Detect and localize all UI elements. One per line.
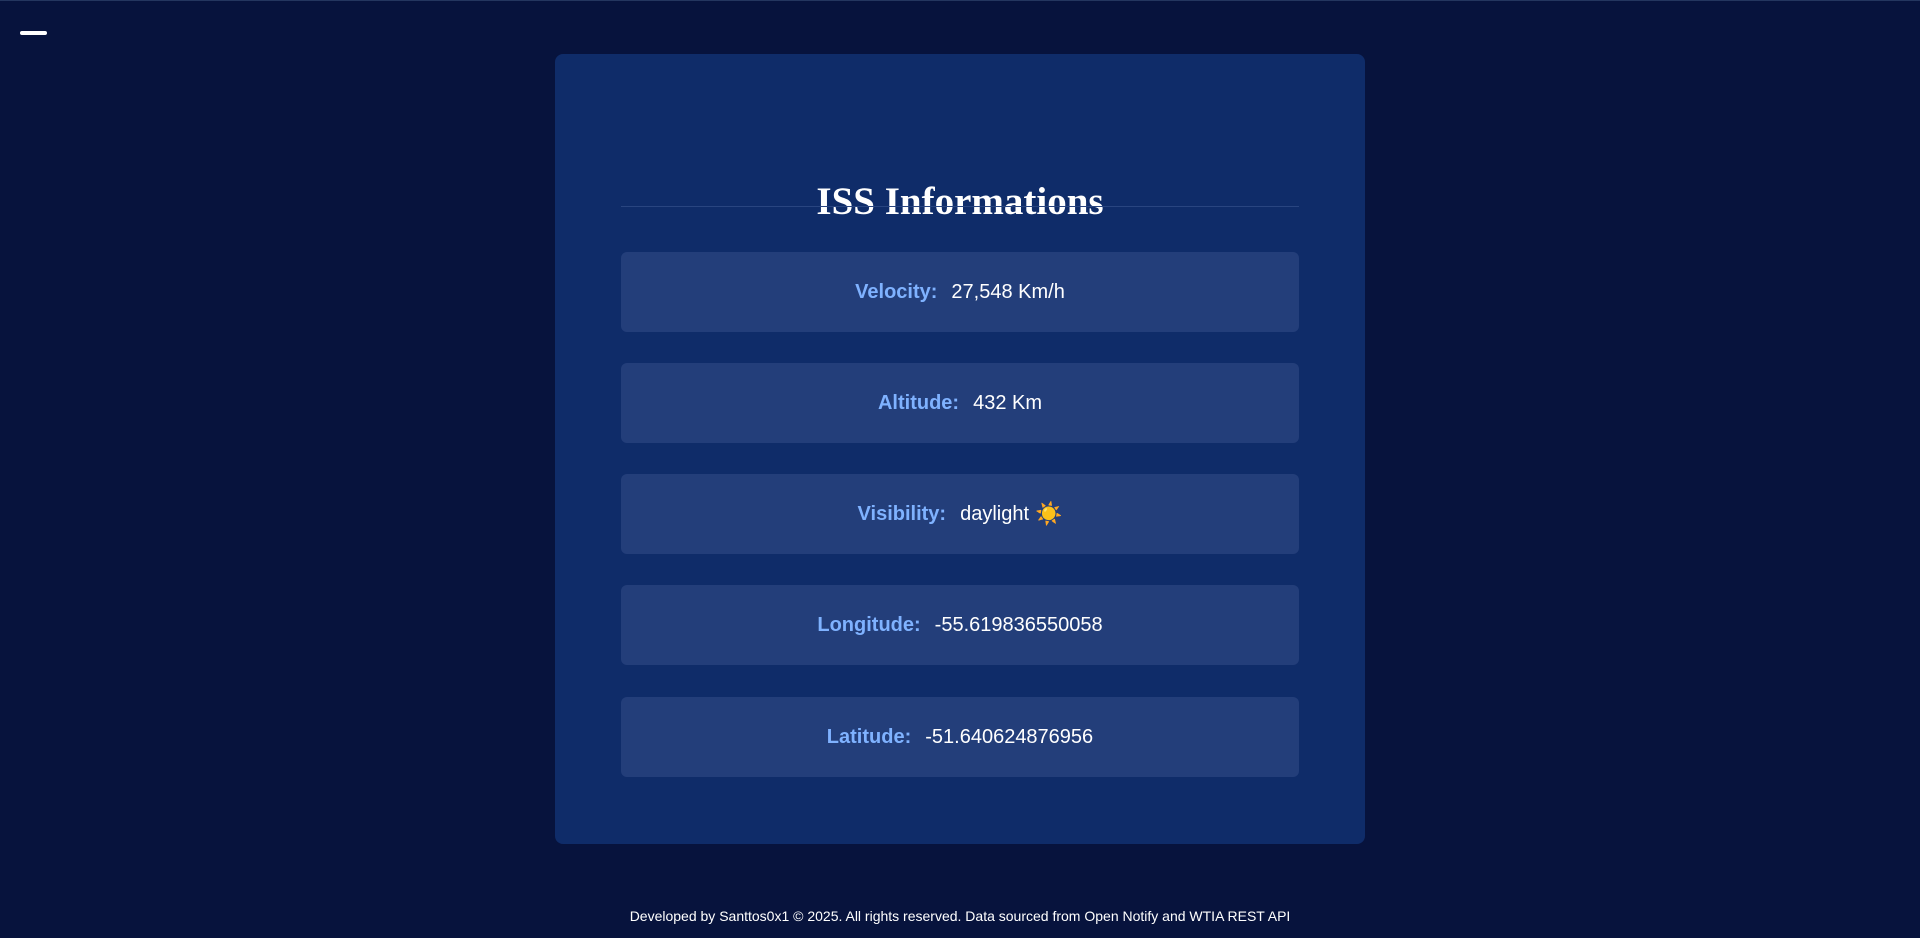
altitude-label: Altitude: — [877, 391, 960, 414]
altitude-row: Altitude: 432 Km — [621, 363, 1299, 443]
velocity-value: 27,548 Km/h — [951, 280, 1065, 303]
velocity-row: Velocity: 27,548 Km/h — [621, 252, 1299, 332]
visibility-label: Visibility: — [857, 502, 947, 525]
menu-icon — [20, 31, 47, 35]
sun-icon: ☀️ — [1035, 501, 1063, 526]
velocity-label: Velocity: — [855, 280, 938, 303]
longitude-label: Longitude: — [817, 613, 921, 636]
iss-info-card: ISS Informations Velocity: 27,548 Km/h A… — [555, 54, 1365, 844]
altitude-value: 432 Km — [973, 391, 1043, 414]
menu-button[interactable] — [20, 29, 47, 37]
latitude-value: -51.640624876956 — [925, 725, 1094, 748]
page-title: ISS Informations — [816, 180, 1104, 223]
footer-text: Developed by Santtos0x1 © 2025. All righ… — [629, 908, 1291, 924]
latitude-label: Latitude: — [826, 725, 912, 748]
title-divider — [621, 206, 1299, 207]
longitude-value: -55.619836550058 — [934, 613, 1103, 636]
visibility-value: daylight — [960, 502, 1030, 525]
latitude-row: Latitude: -51.640624876956 — [621, 697, 1299, 777]
longitude-row: Longitude: -55.619836550058 — [621, 585, 1299, 665]
visibility-row: Visibility: daylight ☀️ — [621, 474, 1299, 554]
